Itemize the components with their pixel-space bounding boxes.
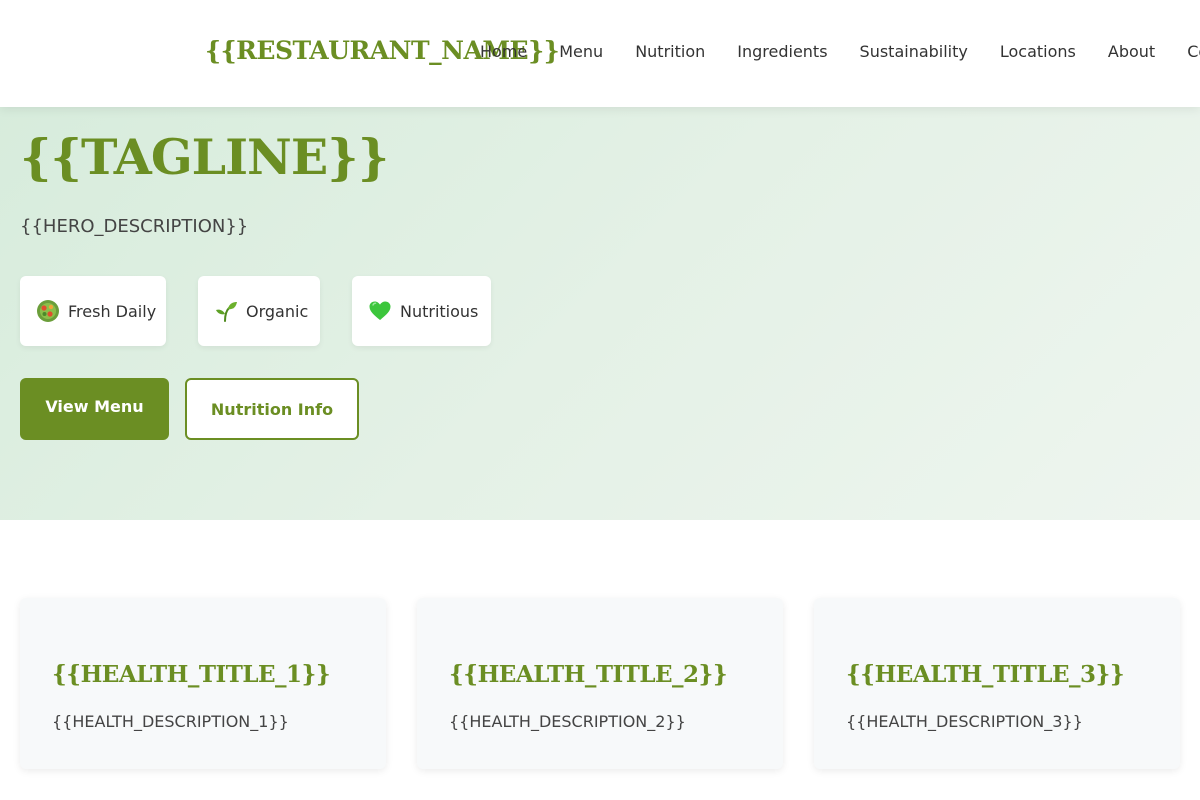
nav-link-nutrition[interactable]: Nutrition [635,42,705,61]
badge-label: Nutritious [400,301,479,321]
badge-label: Organic [246,301,309,321]
nav-link-home[interactable]: Home [480,42,527,61]
green-heart-icon [368,299,392,323]
hero-tagline: {{TAGLINE}} [20,128,389,186]
nav-link-locations[interactable]: Locations [1000,42,1076,61]
health-card: {{HEALTH_TITLE_1}} {{HEALTH_DESCRIPTION_… [20,598,386,769]
hero-description: {{HERO_DESCRIPTION}} [20,216,249,237]
health-card-description: {{HEALTH_DESCRIPTION_1}} [52,712,289,731]
health-card-title: {{HEALTH_TITLE_1}} [52,661,331,688]
salad-icon [36,299,60,323]
nav-link-ingredients[interactable]: Ingredients [737,42,827,61]
nav-link-about[interactable]: About [1108,42,1155,61]
nav-link-contact[interactable]: Contact [1187,42,1200,61]
badge-organic: Organic [198,276,320,346]
health-card-title: {{HEALTH_TITLE_3}} [846,661,1125,688]
health-card: {{HEALTH_TITLE_2}} {{HEALTH_DESCRIPTION_… [417,598,783,769]
badge-nutritious: Nutritious [352,276,491,346]
seedling-icon [214,299,238,323]
site-header: {{RESTAURANT_NAME}} Home Menu Nutrition … [0,0,1200,107]
health-card: {{HEALTH_TITLE_3}} {{HEALTH_DESCRIPTION_… [814,598,1180,769]
nav-link-menu[interactable]: Menu [559,42,603,61]
nutrition-info-button[interactable]: Nutrition Info [185,378,359,440]
health-card-description: {{HEALTH_DESCRIPTION_2}} [449,712,686,731]
main-nav: Home Menu Nutrition Ingredients Sustaina… [480,42,1200,61]
nav-link-sustainability[interactable]: Sustainability [860,42,968,61]
view-menu-button[interactable]: View Menu [20,378,169,440]
health-card-description: {{HEALTH_DESCRIPTION_3}} [846,712,1083,731]
health-card-title: {{HEALTH_TITLE_2}} [449,661,728,688]
badge-label: Fresh Daily [68,301,157,321]
badge-fresh-daily: Fresh Daily [20,276,166,346]
